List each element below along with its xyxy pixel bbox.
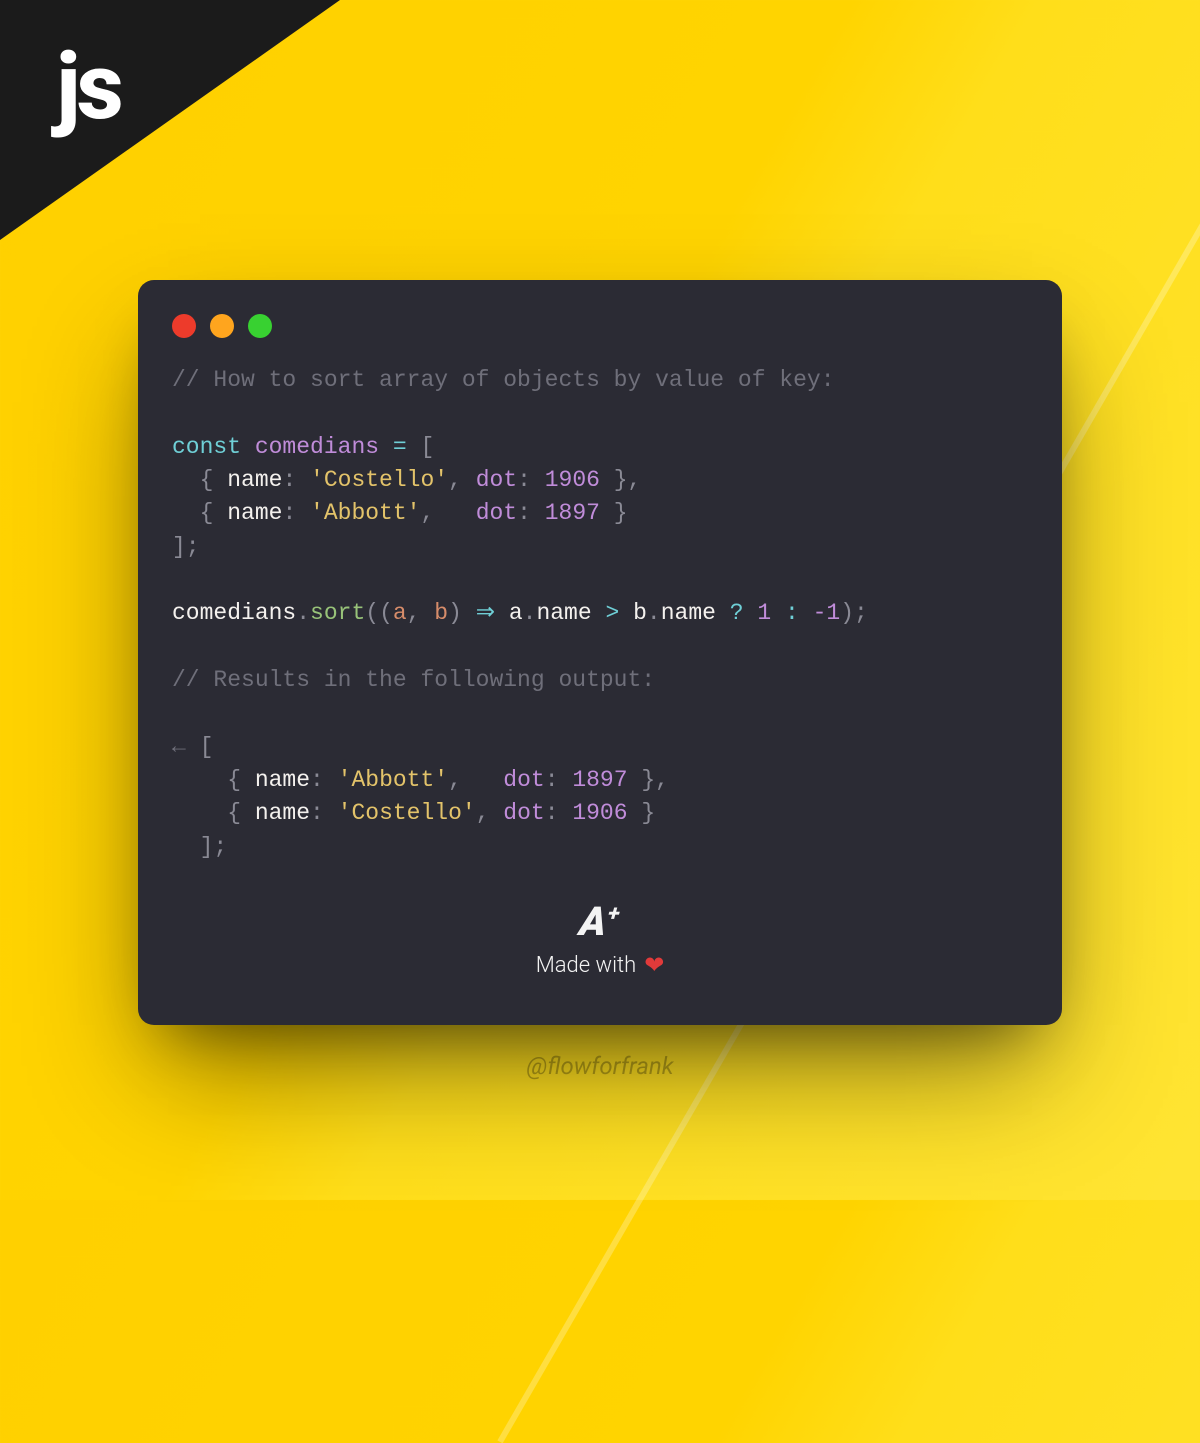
tok-number: 1906: [572, 800, 627, 826]
window-footer: A+ Made with ❤: [138, 898, 1062, 979]
tok-punc: {: [200, 467, 228, 493]
tok-param: a: [393, 600, 407, 626]
tok-punc: ];: [172, 534, 200, 560]
made-with-line: Made with ❤: [138, 951, 1062, 979]
tok-function: sort: [310, 600, 365, 626]
tok-string: 'Abbott': [338, 767, 448, 793]
tok-op: ?: [730, 600, 744, 626]
tok-arrow: ⇒: [476, 600, 495, 626]
brand-logo: A+: [578, 898, 623, 945]
corner-badge: js: [0, 0, 340, 240]
tok-punc: }: [600, 467, 628, 493]
tok-op: >: [605, 600, 619, 626]
brand-letter: A: [578, 898, 610, 945]
tok-identifier: comedians: [172, 600, 296, 626]
tok-number: 1906: [545, 467, 600, 493]
code-comment: // How to sort array of objects by value…: [172, 367, 835, 393]
code-comment: // Results in the following output:: [172, 667, 655, 693]
code-window: // How to sort array of objects by value…: [138, 280, 1062, 1025]
tok-punc: {: [200, 500, 228, 526]
code-block: // How to sort array of objects by value…: [138, 364, 1062, 864]
tok-keyword: const: [172, 434, 241, 460]
tok-string: 'Abbott': [310, 500, 420, 526]
tok-prop: name: [227, 467, 282, 493]
tok-op: :: [785, 600, 799, 626]
author-handle: @flowforfrank: [0, 1052, 1200, 1080]
tok-number: -1: [813, 600, 841, 626]
tok-prop: name: [227, 500, 282, 526]
tok-prop: dot: [476, 467, 517, 493]
tok-identifier: comedians: [255, 434, 379, 460]
tok-string: 'Costello': [310, 467, 448, 493]
tok-punc: [: [421, 434, 435, 460]
made-with-text: Made with: [536, 953, 637, 978]
close-icon[interactable]: [172, 314, 196, 338]
heart-icon: ❤: [644, 951, 664, 979]
js-logo-text: js: [56, 42, 120, 134]
tok-string: 'Costello': [338, 800, 476, 826]
tok-number: 1897: [572, 767, 627, 793]
tok-op: =: [393, 434, 407, 460]
tok-punc: }: [600, 500, 628, 526]
brand-plus-icon: +: [607, 902, 622, 927]
result-marker-icon: ←: [172, 734, 186, 760]
tok-number: 1897: [545, 500, 600, 526]
minimize-icon[interactable]: [210, 314, 234, 338]
tok-number: 1: [757, 600, 771, 626]
tok-prop: dot: [476, 500, 517, 526]
maximize-icon[interactable]: [248, 314, 272, 338]
window-titlebar: [138, 308, 1062, 364]
tok-param: b: [434, 600, 448, 626]
